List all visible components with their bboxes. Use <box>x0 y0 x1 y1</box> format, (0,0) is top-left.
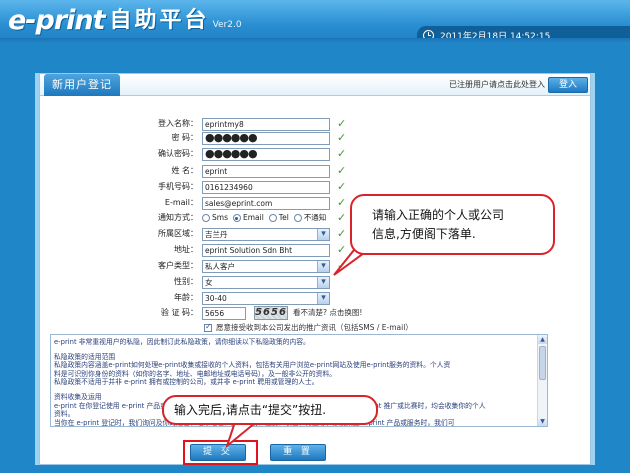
region-label: 所属区域： <box>158 229 198 238</box>
logo-mark: e-print <box>8 5 106 36</box>
check-icon: ✓ <box>337 164 347 177</box>
clock-icon <box>423 29 434 41</box>
policy-scrollbar[interactable]: ▲ ▼ <box>537 335 547 426</box>
customer-type-label: 客户类型： <box>158 261 198 270</box>
email-label: E-mail： <box>164 198 198 207</box>
captcha-refresh-link[interactable]: 看不清楚? 点击换图! <box>293 306 362 320</box>
notify-label: 通知方式： <box>158 213 198 222</box>
panel-border-right <box>591 73 595 465</box>
radio-none-label: 不通知 <box>303 213 327 222</box>
mobile-input[interactable]: 0161234960 <box>202 181 330 194</box>
password-input[interactable]: ●●●●●● <box>202 132 330 145</box>
notify-radio-group: Sms Email Tel 不通知 <box>202 211 326 225</box>
policy-line: 私隐政策不适用于并非 e-print 拥有或控制的公司，或并非 e-print … <box>54 378 319 387</box>
row-captcha: 验 证 码： 5656 5656 看不清楚? 点击换图! <box>0 306 550 320</box>
address-label: 地址： <box>174 245 198 254</box>
tab-new-user[interactable]: 新用户登记 <box>44 74 120 96</box>
name-input[interactable]: eprint <box>202 165 330 178</box>
check-icon: ✓ <box>337 117 347 130</box>
row-gender: 性别： 女 <box>0 275 550 289</box>
scroll-up-arrow-icon[interactable]: ▲ <box>538 335 547 344</box>
agree-text: 愿意接受收到本公司发出的推广资讯（包括SMS / E-mail） <box>216 323 413 332</box>
radio-dot[interactable] <box>232 214 241 222</box>
captcha-input[interactable]: 5656 <box>202 307 246 320</box>
policy-line: 料是可识别你身份的资料（如你的名字、地址、电邮地址或电话号码），及一般非公开的资… <box>54 369 337 378</box>
login-button[interactable]: 登入 <box>548 77 588 93</box>
check-icon: ✓ <box>337 211 347 224</box>
mobile-label: 手机号码： <box>158 182 198 191</box>
row-age: 年龄： 30-40 <box>0 291 550 305</box>
captcha-image[interactable]: 5656 <box>254 306 288 320</box>
app-header: e-print 自助平台 Ver2.0 2011年2月18日 14:52:15 <box>0 0 630 44</box>
reset-button[interactable]: 重 置 <box>270 444 326 461</box>
name-label: 姓 名： <box>171 166 198 175</box>
policy-line: e-print 非常重视用户的私隐，因此制订此私隐政策，请你细读以下私隐政策的内… <box>54 338 310 346</box>
datetime-text: 2011年2月18日 14:52:15 <box>440 31 551 42</box>
radio-dot[interactable] <box>202 214 210 222</box>
address-input[interactable]: eprint Solution Sdn Bht <box>202 244 330 257</box>
password-label: 密 码： <box>171 133 198 142</box>
datetime-bar: 2011年2月18日 14:52:15 <box>417 26 630 44</box>
gender-select[interactable]: 女 <box>202 276 330 289</box>
radio-dot[interactable] <box>293 214 302 222</box>
username-label: 登入名称： <box>158 119 198 128</box>
tip-callout-info: 请输入正确的个人或公司 信息,方便阁下落单. <box>350 194 555 255</box>
policy-line: 私隐政策的适用范围 <box>54 352 116 361</box>
check-icon: ✓ <box>337 131 347 144</box>
gender-label: 性别： <box>174 277 198 286</box>
policy-line: 私隐政策内容涵盖e-print如何处理e-print收集或接收的个人资料，包括有… <box>54 361 451 370</box>
age-select[interactable]: 30-40 <box>202 292 330 305</box>
row-password: 密 码： ●●●●●● ✓ <box>0 131 550 145</box>
row-mobile: 手机号码： 0161234960 ✓ <box>0 180 550 194</box>
radio-email[interactable]: Email <box>232 211 264 225</box>
radio-sms-label: Sms <box>212 213 228 222</box>
login-hint: 已注册用户请点击此处登入 <box>449 80 545 89</box>
check-icon: ✓ <box>337 180 347 193</box>
scroll-thumb[interactable] <box>539 346 546 380</box>
age-label: 年龄： <box>174 293 198 302</box>
radio-sms[interactable]: Sms <box>202 211 228 225</box>
confirm-password-label: 确认密码： <box>158 149 198 158</box>
radio-dot[interactable] <box>268 214 277 222</box>
check-icon: ✓ <box>337 196 347 209</box>
scroll-down-arrow-icon[interactable]: ▼ <box>538 417 547 426</box>
radio-none[interactable]: 不通知 <box>293 211 327 225</box>
check-icon: ✓ <box>337 147 347 160</box>
region-select[interactable]: 吉兰丹 <box>202 228 330 241</box>
agree-checkbox[interactable] <box>204 322 212 332</box>
customer-type-select[interactable]: 私人客户 <box>202 260 330 273</box>
radio-tel[interactable]: Tel <box>268 211 289 225</box>
email-input[interactable]: sales@eprint.com <box>202 197 330 210</box>
row-confirm-password: 确认密码： ●●●●●● ✓ <box>0 147 550 161</box>
tip-callout-line2: 信息,方便阁下落单. <box>372 227 476 241</box>
row-username: 登入名称： eprintmy8 ✓ <box>0 117 550 131</box>
confirm-password-input[interactable]: ●●●●●● <box>202 148 330 161</box>
panel-header: 新用户登记 已注册用户请点击此处登入 登入 <box>40 74 590 96</box>
logo-title: 自助平台 <box>109 8 210 33</box>
captcha-label: 验 证 码： <box>160 308 198 317</box>
agree-promo: 愿意接受收到本公司发出的推广资讯（包括SMS / E-mail） <box>204 322 413 333</box>
tip-callout-submit: 输入完后,请点击“提交”按扭. <box>162 395 378 425</box>
username-input[interactable]: eprintmy8 <box>202 118 330 131</box>
version-label: Ver2.0 <box>212 20 242 30</box>
radio-tel-label: Tel <box>278 213 289 222</box>
row-name: 姓 名： eprint ✓ <box>0 164 550 178</box>
tip-callout-line1: 请输入正确的个人或公司 <box>372 208 505 222</box>
radio-email-label: Email <box>242 213 264 222</box>
row-customer-type: 客户类型： 私人客户 ✓ <box>0 259 550 273</box>
eprint-logo: e-print 自助平台 Ver2.0 <box>8 4 242 36</box>
